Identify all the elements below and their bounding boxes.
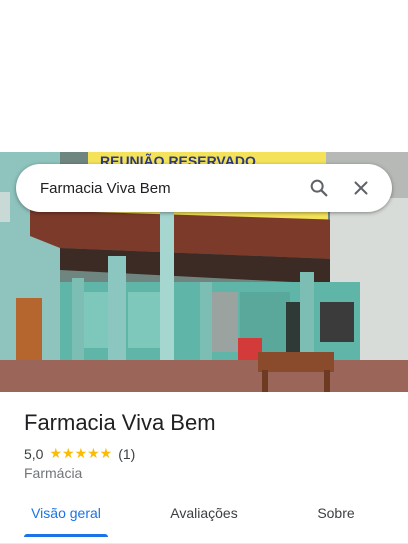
place-page: REUNIÃO RESERVADO Farmacia Viva Bem Farm… [0, 0, 408, 544]
rating-stars: ★★★★★ [49, 445, 113, 461]
tab-overview[interactable]: Visão geral [24, 490, 108, 536]
search-bar: Farmacia Viva Bem [16, 164, 392, 212]
search-input[interactable]: Farmacia Viva Bem [40, 180, 298, 197]
search-icon [310, 179, 328, 197]
close-button[interactable] [340, 167, 382, 209]
place-title: Farmacia Viva Bem [24, 410, 216, 435]
tab-reviews[interactable]: Avaliações [158, 490, 250, 536]
active-tab-indicator [24, 534, 108, 537]
place-tabs: Visão geral Avaliações Sobre [0, 490, 408, 544]
place-category[interactable]: Farmácia [24, 465, 82, 481]
review-count-link[interactable]: (1) [118, 446, 135, 462]
rating-value: 5,0 [24, 445, 44, 462]
close-icon [354, 181, 368, 195]
rating-row: 5,0 ★★★★★ (1) [24, 445, 135, 462]
search-button[interactable] [298, 167, 340, 209]
tab-about[interactable]: Sobre [300, 490, 372, 536]
